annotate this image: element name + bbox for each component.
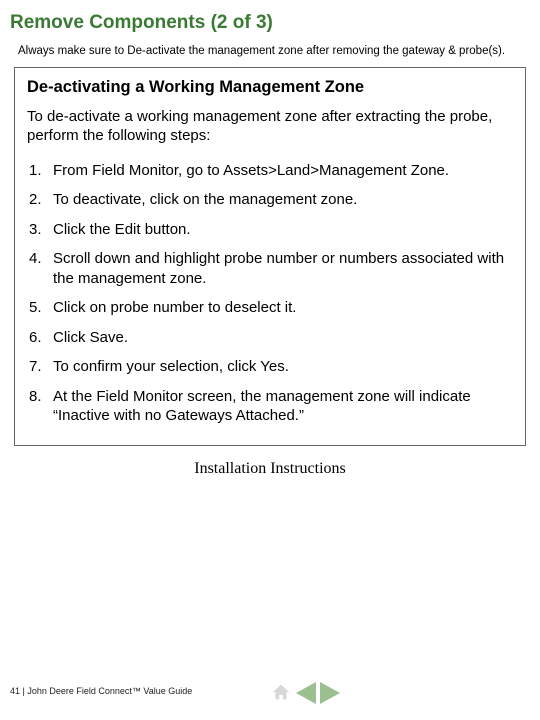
next-arrow-icon[interactable] bbox=[320, 682, 340, 704]
step-item: Click the Edit button. bbox=[27, 215, 513, 245]
steps-list: From Field Monitor, go to Assets>Land>Ma… bbox=[27, 156, 513, 431]
intro-text: Always make sure to De-activate the mana… bbox=[10, 44, 530, 67]
step-item: To deactivate, click on the management z… bbox=[27, 185, 513, 215]
step-item: Click Save. bbox=[27, 323, 513, 353]
instruction-box: De-activating a Working Management Zone … bbox=[14, 67, 526, 446]
prev-arrow-icon[interactable] bbox=[296, 682, 316, 704]
home-icon[interactable] bbox=[270, 682, 292, 704]
section-label: Installation Instructions bbox=[10, 446, 530, 492]
box-heading: De-activating a Working Management Zone bbox=[27, 78, 513, 97]
step-item: From Field Monitor, go to Assets>Land>Ma… bbox=[27, 156, 513, 186]
step-item: Click on probe number to deselect it. bbox=[27, 293, 513, 323]
step-item: At the Field Monitor screen, the managem… bbox=[27, 382, 513, 431]
step-item: To confirm your selection, click Yes. bbox=[27, 352, 513, 382]
box-lead: To de-activate a working management zone… bbox=[27, 107, 513, 146]
footer-text: 41 | John Deere Field Connect™ Value Gui… bbox=[10, 686, 192, 696]
nav-controls bbox=[270, 682, 340, 704]
page-title: Remove Components (2 of 3) bbox=[10, 10, 530, 44]
step-item: Scroll down and highlight probe number o… bbox=[27, 244, 513, 293]
